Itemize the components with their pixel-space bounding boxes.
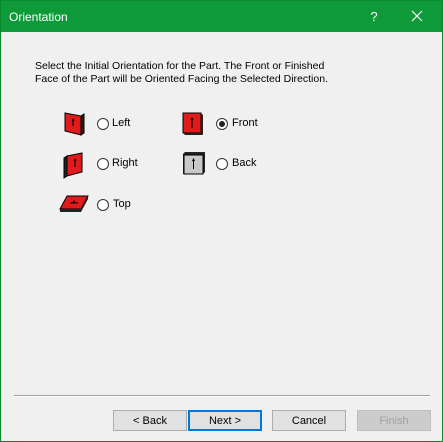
help-button[interactable]: ?	[361, 1, 387, 32]
window-title: Orientation	[9, 10, 68, 24]
option-top[interactable]: Top	[58, 191, 142, 221]
part-right-icon	[63, 152, 83, 179]
option-front[interactable]: Front	[181, 110, 271, 140]
back-button[interactable]: < Back	[113, 410, 187, 431]
label-right: Right	[112, 157, 138, 169]
radio-top[interactable]	[97, 199, 109, 211]
part-front-icon	[182, 112, 203, 135]
orientation-dialog: Orientation ? Select the Initial Orienta…	[0, 0, 443, 442]
close-icon	[411, 10, 423, 22]
radio-left[interactable]	[97, 118, 109, 130]
option-left[interactable]: Left	[62, 110, 142, 140]
part-left-icon	[64, 112, 85, 136]
option-back[interactable]: Back	[181, 150, 271, 180]
footer-divider	[14, 395, 430, 397]
cancel-button[interactable]: Cancel	[272, 410, 346, 431]
instruction-text: Select the Initial Orientation for the P…	[35, 60, 328, 85]
title-bar: Orientation ?	[1, 1, 442, 32]
radio-back[interactable]	[216, 158, 228, 170]
label-back: Back	[232, 157, 257, 169]
part-top-icon	[59, 195, 89, 212]
label-top: Top	[113, 198, 131, 210]
finish-button[interactable]: Finish	[357, 410, 431, 431]
label-front: Front	[232, 117, 258, 129]
close-button[interactable]	[401, 1, 435, 32]
part-back-icon	[183, 152, 205, 175]
radio-front[interactable]	[216, 118, 228, 130]
next-button[interactable]: Next >	[188, 410, 262, 431]
radio-right[interactable]	[97, 158, 109, 170]
label-left: Left	[112, 117, 131, 129]
option-right[interactable]: Right	[62, 150, 142, 180]
